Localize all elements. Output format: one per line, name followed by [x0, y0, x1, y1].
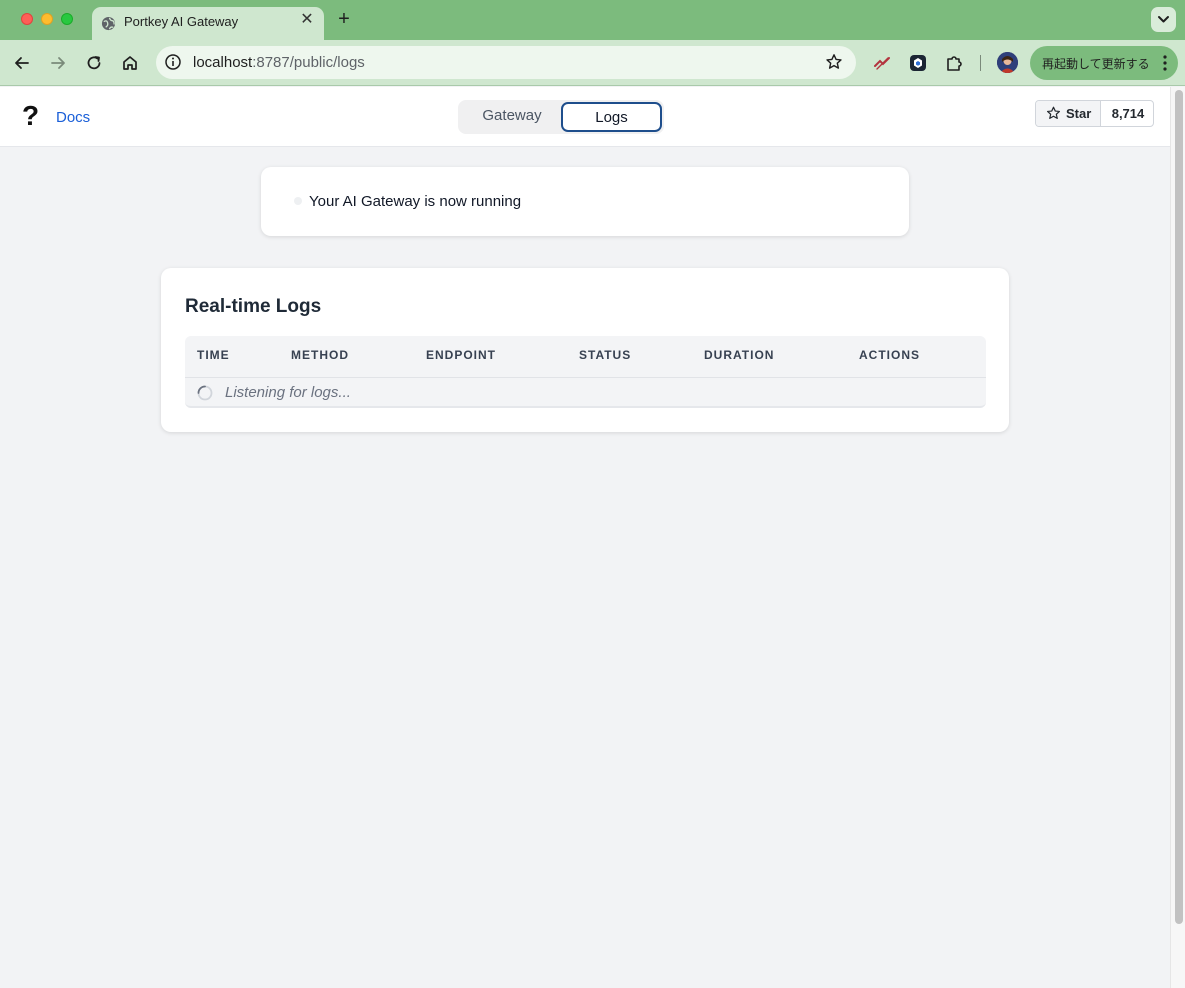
star-icon [1046, 106, 1061, 119]
site-info-icon[interactable] [164, 53, 182, 71]
app-header: ? Docs Gateway Logs Star 8,714 [0, 87, 1170, 147]
scrollbar-thumb[interactable] [1175, 90, 1183, 924]
chevron-down-icon [1158, 16, 1169, 23]
new-tab-icon[interactable]: + [334, 9, 354, 29]
extension-hex-icon[interactable] [908, 53, 928, 73]
url-path: :8787/public/logs [252, 54, 365, 71]
logs-title: Real-time Logs [185, 296, 322, 317]
column-header-endpoint: ENDPOINT [426, 348, 497, 362]
toolbar-divider [980, 55, 981, 71]
page-scrollbar[interactable] [1170, 87, 1185, 988]
close-icon[interactable]: ✕ [298, 11, 316, 29]
column-header-status: STATUS [579, 348, 632, 362]
tab-gateway[interactable]: Gateway [462, 102, 562, 132]
extension-red-icon[interactable] [872, 53, 892, 73]
column-header-method: METHOD [291, 348, 349, 362]
more-vertical-icon[interactable] [1162, 54, 1168, 72]
github-star-widget: Star 8,714 [1035, 100, 1154, 127]
minimize-window-button[interactable] [41, 13, 53, 25]
tab-logs[interactable]: Logs [561, 102, 662, 132]
reload-icon[interactable] [83, 52, 105, 74]
back-arrow-icon[interactable] [11, 52, 33, 74]
column-header-time: TIME [197, 348, 230, 362]
update-label: 再起動して更新する [1042, 57, 1150, 71]
docs-link[interactable]: Docs [56, 109, 90, 126]
bookmark-star-icon[interactable] [825, 53, 843, 71]
relaunch-update-button[interactable]: 再起動して更新する [1030, 46, 1178, 80]
empty-state-message: Listening for logs... [225, 384, 351, 401]
column-header-duration: DURATION [704, 348, 775, 362]
help-icon[interactable]: ? [22, 102, 42, 130]
tab-search-button[interactable] [1151, 7, 1176, 32]
loading-spinner-icon [197, 385, 213, 401]
address-bar[interactable]: localhost:8787/public/logs [156, 46, 856, 79]
view-switcher: Gateway Logs [458, 100, 664, 134]
url-text: localhost:8787/public/logs [193, 54, 365, 71]
browser-tab-active[interactable]: Portkey AI Gateway ✕ [92, 7, 324, 40]
browser-tab-bar: Portkey AI Gateway ✕ + [0, 0, 1185, 40]
page-content: ? Docs Gateway Logs Star 8,714 Your AI G… [0, 87, 1170, 988]
avatar-icon [997, 52, 1018, 73]
star-count[interactable]: 8,714 [1102, 106, 1154, 121]
profile-avatar[interactable] [997, 52, 1018, 73]
github-star-button[interactable]: Star [1036, 101, 1101, 126]
column-header-actions: ACTIONS [859, 348, 920, 362]
logs-table: TIME METHOD ENDPOINT STATUS DURATION ACT… [185, 336, 986, 408]
extensions-puzzle-icon[interactable] [944, 53, 964, 73]
close-window-button[interactable] [21, 13, 33, 25]
status-indicator [294, 197, 302, 205]
maximize-window-button[interactable] [61, 13, 73, 25]
home-icon[interactable] [119, 52, 141, 74]
star-label: Star [1066, 106, 1092, 121]
url-host: localhost [193, 54, 253, 71]
tab-title: Portkey AI Gateway [124, 14, 239, 29]
status-text: Your AI Gateway is now running [309, 193, 522, 210]
header-divider [185, 377, 986, 378]
forward-arrow-icon[interactable] [47, 52, 69, 74]
realtime-logs-card: Real-time Logs TIME METHOD ENDPOINT STAT… [161, 268, 1009, 432]
gateway-status-card: Your AI Gateway is now running [261, 167, 909, 236]
globe-icon [101, 16, 116, 31]
browser-toolbar: localhost:8787/public/logs 再起動して更新する [0, 40, 1185, 86]
